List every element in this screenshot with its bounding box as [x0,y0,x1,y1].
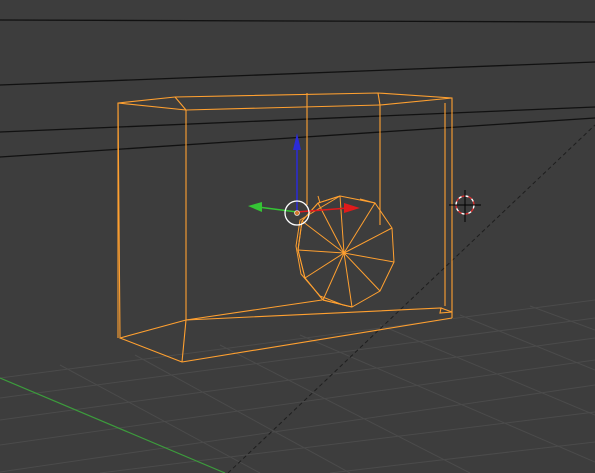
viewport-canvas[interactable] [0,0,595,473]
object-origin-icon [294,210,300,216]
3d-viewport[interactable] [0,0,595,473]
